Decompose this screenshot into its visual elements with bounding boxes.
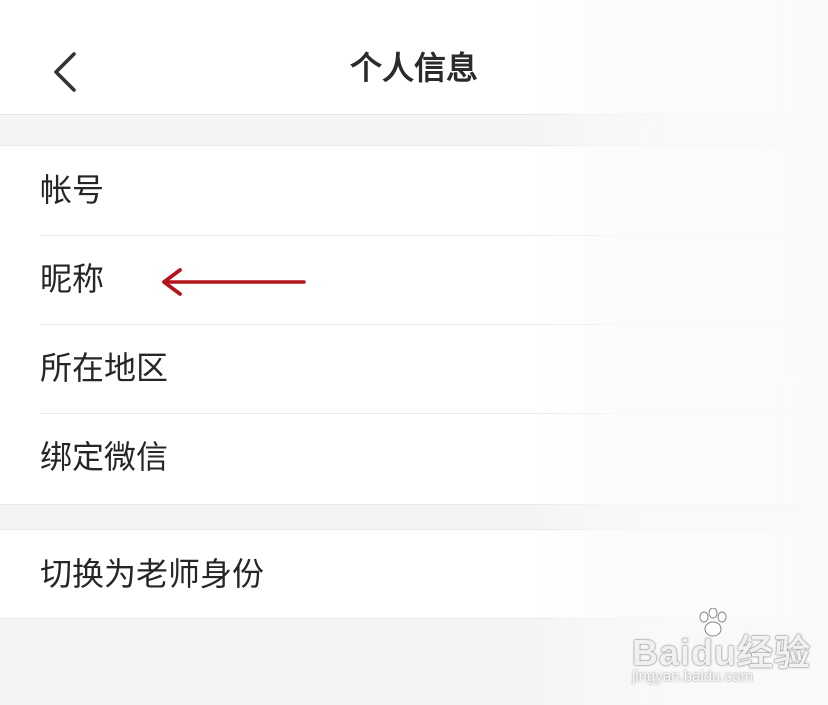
row-label-switch-teacher: 切换为老师身份	[40, 555, 265, 593]
profile-info-group: 帐号 昵称 所在地区 绑定微信	[0, 145, 828, 505]
row-region[interactable]: 所在地区	[0, 324, 828, 413]
watermark-subtext: jingyan.baidu.com	[632, 668, 753, 685]
page-title: 个人信息	[349, 49, 478, 87]
row-label-account: 帐号	[40, 171, 105, 209]
row-switch-teacher[interactable]: 切换为老师身份	[0, 530, 828, 618]
nav-header: 个人信息	[0, 0, 828, 115]
row-account[interactable]: 帐号	[0, 146, 828, 235]
role-switch-group: 切换为老师身份	[0, 529, 828, 619]
row-nickname[interactable]: 昵称	[0, 235, 828, 324]
row-label-bind-wechat: 绑定微信	[40, 438, 169, 476]
row-label-nickname: 昵称	[40, 260, 105, 298]
arrow-left-icon	[162, 268, 306, 296]
row-label-region: 所在地区	[40, 349, 169, 387]
row-bind-wechat[interactable]: 绑定微信	[0, 413, 828, 502]
baidu-jingyan-watermark: Baidu经验 jingyan.baidu.com	[632, 608, 810, 694]
